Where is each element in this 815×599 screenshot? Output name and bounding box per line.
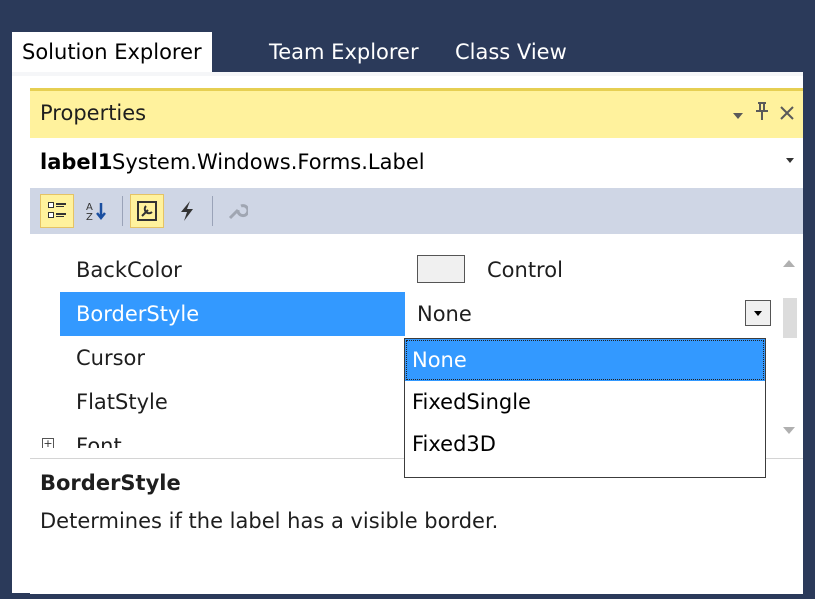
frame-left <box>0 0 12 599</box>
chevron-down-icon[interactable] <box>785 152 795 168</box>
property-name: Font <box>76 434 122 448</box>
dropdown-option-fixed3d[interactable]: Fixed3D <box>405 423 765 465</box>
chevron-down-icon <box>754 311 762 316</box>
alphabetical-icon[interactable]: A Z <box>80 194 114 228</box>
tab-solution-explorer[interactable]: Solution Explorer <box>12 32 212 72</box>
property-value-text: None <box>417 302 472 326</box>
property-value-text: Control <box>487 258 563 282</box>
dropdown-button[interactable] <box>745 300 771 326</box>
property-name: BorderStyle <box>60 292 405 336</box>
row-gutter <box>30 336 60 380</box>
description-pane: BorderStyle Determines if the label has … <box>30 458 803 594</box>
properties-toolbar: A Z <box>30 188 803 234</box>
property-value[interactable]: None <box>405 292 775 336</box>
categorized-icon[interactable] <box>40 194 74 228</box>
property-name: BackColor <box>76 258 182 282</box>
object-name: label1 <box>40 150 113 174</box>
tool-window-tabstrip: Solution Explorer Team Explorer Class Vi… <box>12 0 803 76</box>
property-value[interactable]: Control <box>405 248 775 292</box>
object-selector[interactable]: label1 System.Windows.Forms.Label <box>30 144 803 184</box>
borderstyle-dropdown-list: None FixedSingle Fixed3D <box>404 338 766 478</box>
toolbar-separator <box>122 196 123 226</box>
property-name: Cursor <box>76 346 146 370</box>
scroll-up-icon[interactable] <box>781 256 797 270</box>
scrollbar-thumb[interactable] <box>783 298 797 338</box>
description-text: Determines if the label has a visible bo… <box>40 509 499 533</box>
property-row-backcolor[interactable]: BackColor Control <box>30 248 775 292</box>
pin-icon[interactable] <box>750 99 774 129</box>
object-type: System.Windows.Forms.Label <box>112 150 425 174</box>
tab-team-explorer[interactable]: Team Explorer <box>259 32 429 72</box>
dropdown-option-none[interactable]: None <box>405 339 765 381</box>
row-gutter <box>30 248 60 292</box>
toolbar-separator <box>212 196 213 226</box>
tab-class-view[interactable]: Class View <box>445 32 577 72</box>
row-gutter <box>30 292 60 336</box>
properties-icon[interactable] <box>130 194 164 228</box>
row-gutter: + <box>30 424 60 448</box>
row-gutter <box>30 380 60 424</box>
properties-title-bar: Properties <box>30 88 803 138</box>
vertical-scrollbar[interactable] <box>775 248 803 448</box>
frame-right <box>803 0 815 599</box>
description-title: BorderStyle <box>40 471 181 495</box>
property-pages-icon[interactable] <box>220 194 254 228</box>
close-icon[interactable] <box>775 99 799 129</box>
window-position-dropdown-icon[interactable] <box>726 99 750 129</box>
tabstrip-underline <box>12 72 803 76</box>
svg-text:Z: Z <box>86 212 93 222</box>
property-name: FlatStyle <box>76 390 168 414</box>
color-swatch <box>417 255 465 283</box>
property-row-borderstyle[interactable]: BorderStyle None <box>30 292 775 336</box>
events-icon[interactable] <box>170 194 204 228</box>
scroll-down-icon[interactable] <box>781 424 797 438</box>
expand-plus-icon[interactable]: + <box>42 438 54 448</box>
properties-title: Properties <box>40 101 147 125</box>
dropdown-option-fixedsingle[interactable]: FixedSingle <box>405 381 765 423</box>
